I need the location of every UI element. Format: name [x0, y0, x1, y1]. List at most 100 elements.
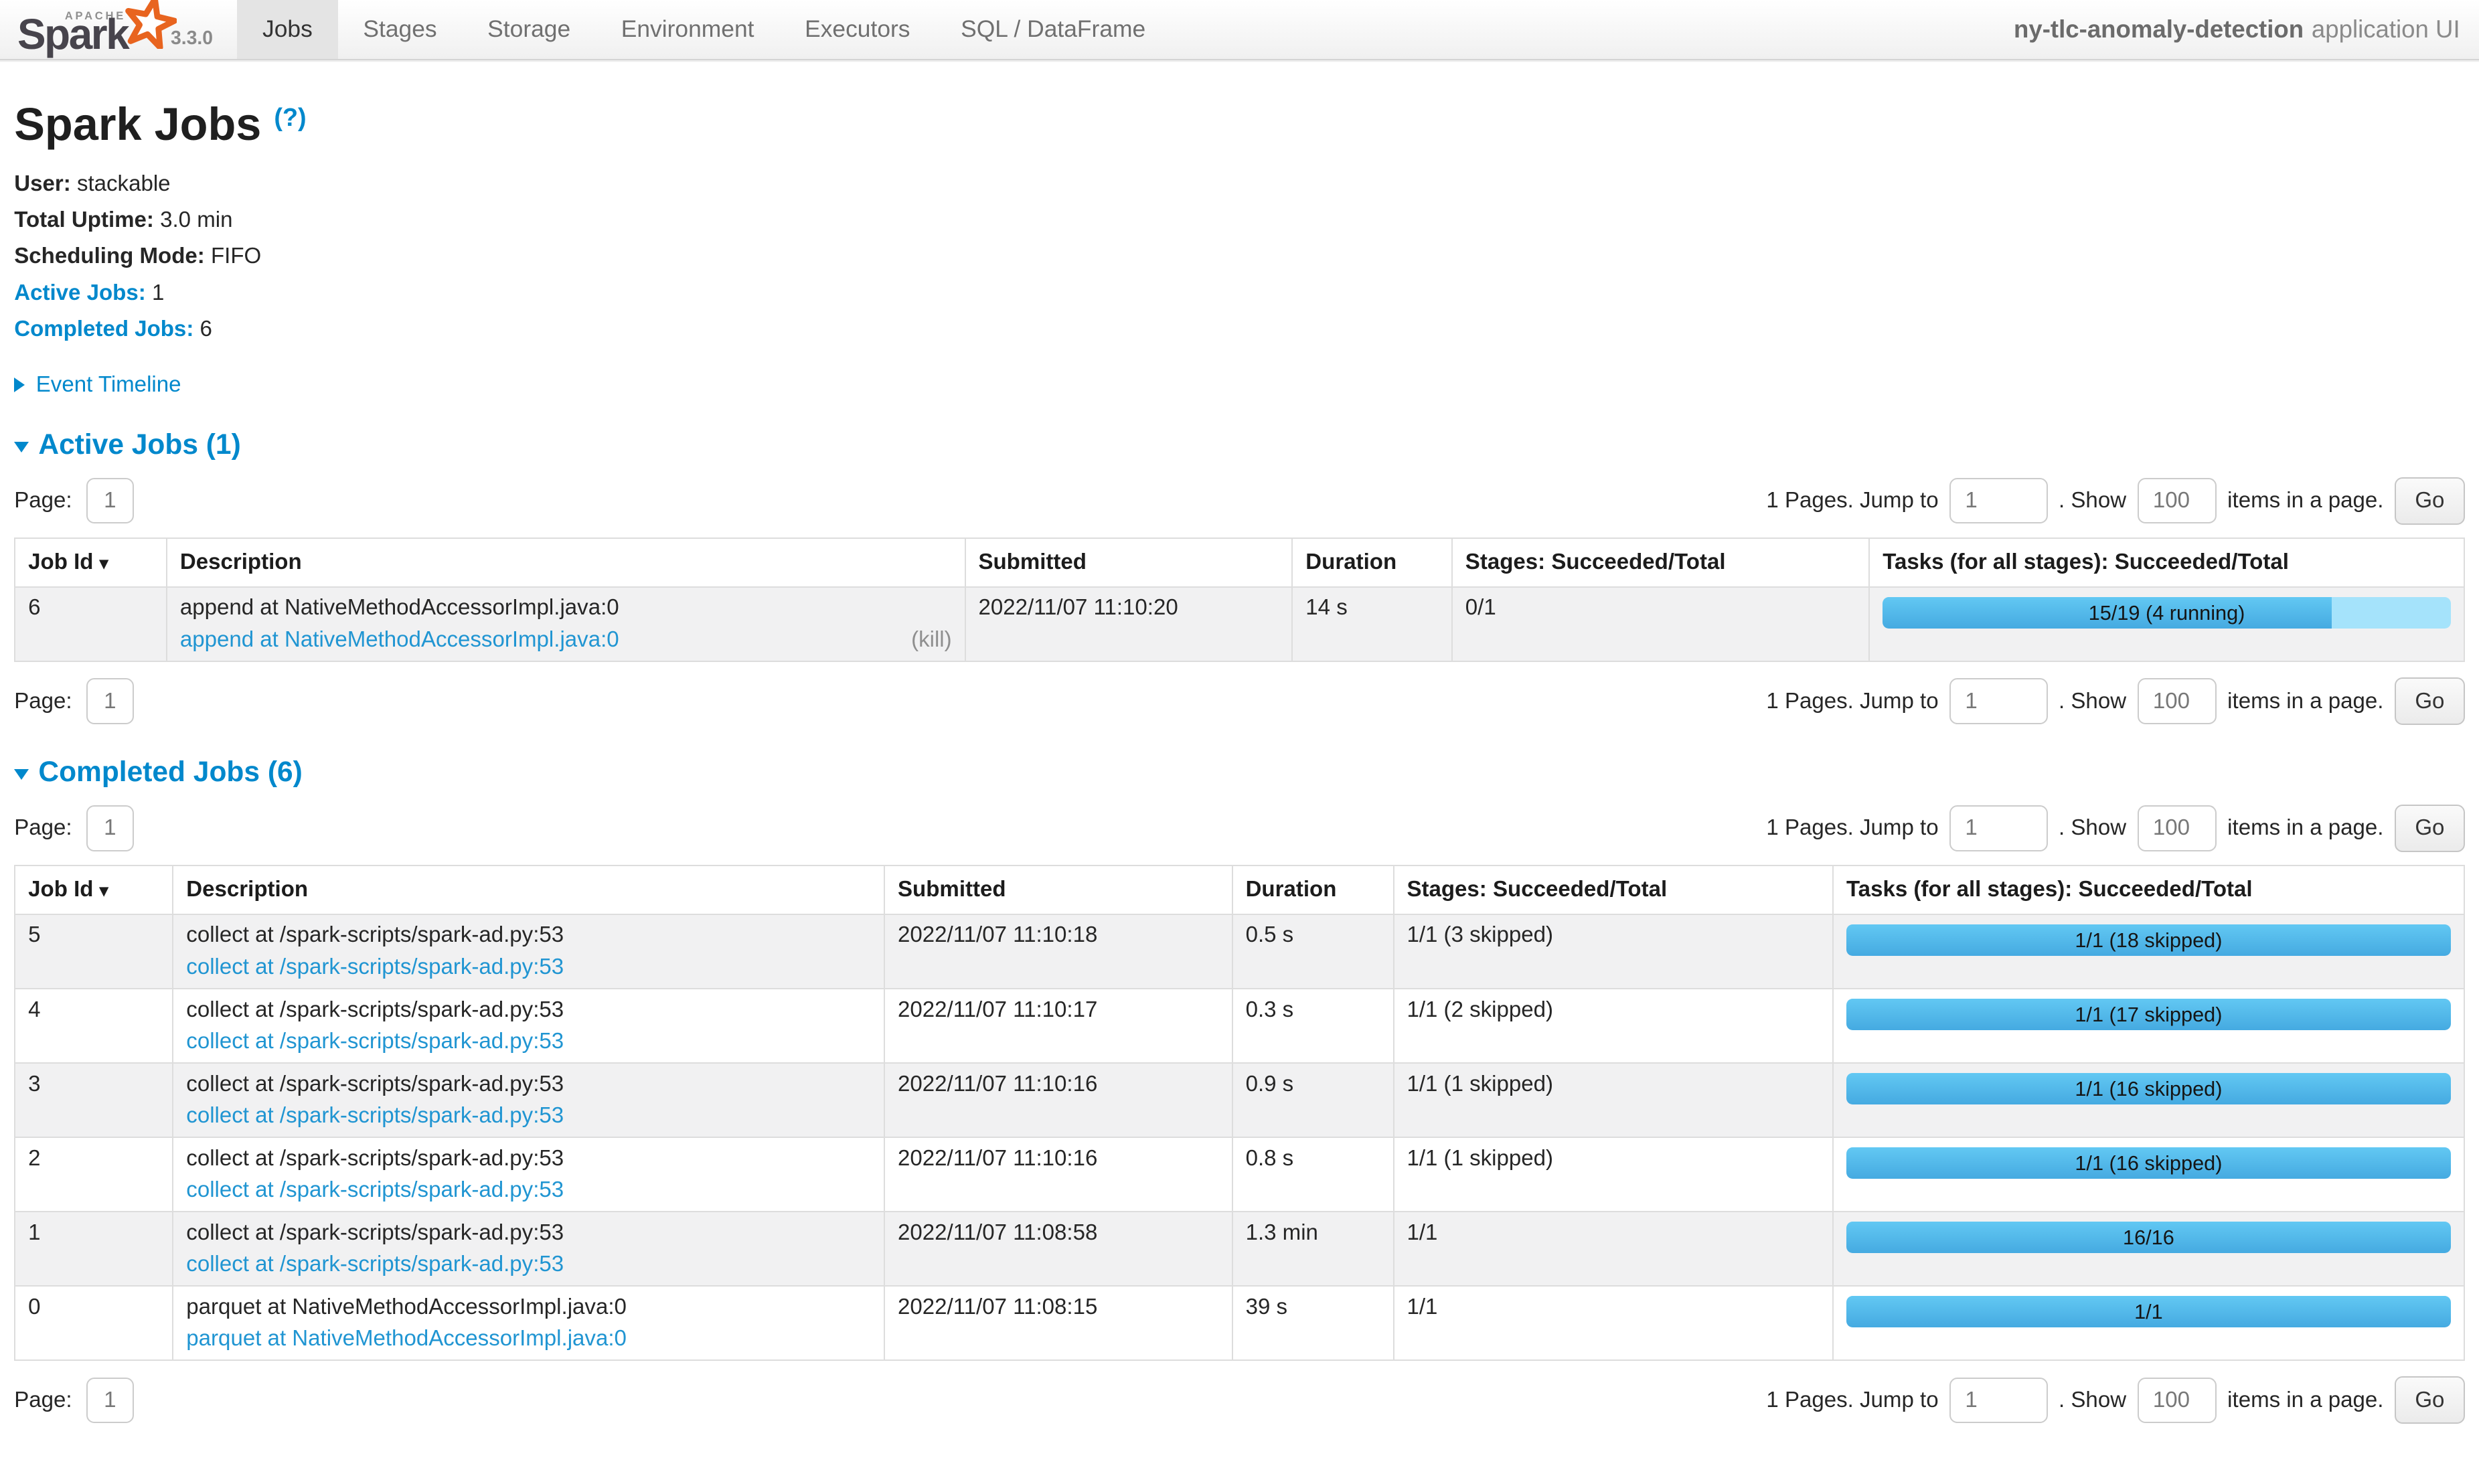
scheduling-mode-label: Scheduling Mode:	[14, 244, 205, 268]
column-header-description[interactable]: Description	[167, 538, 965, 587]
job-description: collect at /spark-scripts/spark-ad.py:53	[186, 1220, 871, 1246]
completed-job-row-0: 0 parquet at NativeMethodAccessorImpl.ja…	[15, 1286, 2464, 1360]
summary-scheduling-mode: Scheduling Mode: FIFO	[14, 242, 2464, 271]
column-header-stages[interactable]: Stages: Succeeded/Total	[1452, 538, 1869, 587]
active-pagination-bottom: Page: 1 Pages. Jump to . Show items in a…	[14, 677, 2464, 725]
progress-label: 1/1 (16 skipped)	[1846, 1073, 2451, 1104]
column-header-job-id[interactable]: Job Id ▾	[15, 865, 173, 914]
items-per-page-input[interactable]	[2138, 478, 2217, 523]
collapsed-arrow-icon	[14, 378, 25, 392]
tasks-cell: 1/1 (16 skipped)	[1833, 1063, 2464, 1137]
go-button[interactable]: Go	[2395, 1376, 2465, 1424]
items-per-page-input[interactable]	[2138, 805, 2217, 851]
main-content: Spark Jobs (?) User: stackable Total Upt…	[0, 98, 2479, 1484]
submitted-cell: 2022/11/07 11:08:58	[884, 1212, 1232, 1286]
sort-desc-icon: ▾	[100, 880, 108, 900]
job-description: append at NativeMethodAccessorImpl.java:…	[180, 595, 952, 621]
jump-to-page-input[interactable]	[1949, 1378, 2047, 1423]
items-text: items in a page.	[2227, 488, 2383, 513]
tab-sql-dataframe[interactable]: SQL / DataFrame	[935, 0, 1171, 59]
completed-jobs-link[interactable]: Completed Jobs:	[14, 317, 193, 341]
description-cell: parquet at NativeMethodAccessorImpl.java…	[173, 1286, 884, 1360]
column-header-description[interactable]: Description	[173, 865, 884, 914]
show-text: . Show	[2059, 689, 2126, 714]
page-label: Page:	[14, 488, 72, 513]
page-number-input[interactable]	[86, 1378, 134, 1423]
items-per-page-input[interactable]	[2138, 1378, 2217, 1423]
jump-to-page-input[interactable]	[1949, 678, 2047, 724]
job-description: collect at /spark-scripts/spark-ad.py:53	[186, 1146, 871, 1171]
active-jobs-count: 1	[152, 280, 164, 305]
job-id-cell: 1	[15, 1212, 173, 1286]
progress-label: 1/1	[1846, 1296, 2451, 1327]
items-per-page-input[interactable]	[2138, 678, 2217, 724]
jump-to-page-input[interactable]	[1949, 478, 2047, 523]
active-jobs-link[interactable]: Active Jobs:	[14, 280, 146, 305]
job-detail-link[interactable]: collect at /spark-scripts/spark-ad.py:53	[186, 1103, 564, 1129]
page-title-text: Spark Jobs	[14, 98, 261, 150]
column-header-stages[interactable]: Stages: Succeeded/Total	[1394, 865, 1834, 914]
go-button[interactable]: Go	[2395, 477, 2465, 525]
completed-job-row-5: 5 collect at /spark-scripts/spark-ad.py:…	[15, 914, 2464, 989]
completed-jobs-section-title: Completed Jobs (6)	[38, 756, 302, 789]
tasks-cell: 16/16	[1833, 1212, 2464, 1286]
job-detail-link[interactable]: collect at /spark-scripts/spark-ad.py:53	[186, 1029, 564, 1054]
job-description: collect at /spark-scripts/spark-ad.py:53	[186, 922, 871, 948]
active-jobs-table: Job Id ▾ Description Submitted Duration …	[14, 538, 2464, 662]
stages-cell: 1/1	[1394, 1286, 1834, 1360]
submitted-cell: 2022/11/07 11:10:17	[884, 989, 1232, 1063]
stages-cell: 1/1 (2 skipped)	[1394, 989, 1834, 1063]
column-header-submitted[interactable]: Submitted	[884, 865, 1232, 914]
column-header-duration[interactable]: Duration	[1292, 538, 1452, 587]
page-title: Spark Jobs (?)	[14, 98, 2464, 151]
description-cell: collect at /spark-scripts/spark-ad.py:53…	[173, 1137, 884, 1212]
column-header-tasks[interactable]: Tasks (for all stages): Succeeded/Total	[1869, 538, 2464, 587]
tab-environment[interactable]: Environment	[596, 0, 779, 59]
column-header-duration[interactable]: Duration	[1232, 865, 1394, 914]
column-header-job-id[interactable]: Job Id ▾	[15, 538, 167, 587]
summary-active-jobs: Active Jobs: 1	[14, 279, 2464, 308]
show-text: . Show	[2059, 1388, 2126, 1413]
job-description: collect at /spark-scripts/spark-ad.py:53	[186, 1072, 871, 1097]
job-detail-link[interactable]: collect at /spark-scripts/spark-ad.py:53	[186, 1252, 564, 1277]
scheduling-mode-value: FIFO	[211, 244, 261, 268]
show-text: . Show	[2059, 815, 2126, 841]
pages-jump-text: 1 Pages. Jump to	[1766, 488, 1938, 513]
summary-uptime: Total Uptime: 3.0 min	[14, 206, 2464, 235]
tab-jobs[interactable]: Jobs	[237, 0, 337, 59]
column-header-tasks[interactable]: Tasks (for all stages): Succeeded/Total	[1833, 865, 2464, 914]
column-header-submitted[interactable]: Submitted	[965, 538, 1293, 587]
tab-storage[interactable]: Storage	[462, 0, 596, 59]
task-progress-bar: 1/1 (17 skipped)	[1846, 999, 2451, 1030]
uptime-label: Total Uptime:	[14, 208, 154, 232]
description-cell: collect at /spark-scripts/spark-ad.py:53…	[173, 914, 884, 989]
progress-label: 1/1 (17 skipped)	[1846, 999, 2451, 1030]
tab-stages[interactable]: Stages	[338, 0, 463, 59]
summary-list: User: stackable Total Uptime: 3.0 min Sc…	[14, 170, 2464, 344]
job-detail-link[interactable]: collect at /spark-scripts/spark-ad.py:53	[186, 1177, 564, 1203]
progress-label: 15/19 (4 running)	[1883, 597, 2451, 629]
go-button[interactable]: Go	[2395, 805, 2465, 852]
kill-link[interactable]: (kill)	[911, 627, 952, 653]
summary-completed-jobs: Completed Jobs: 6	[14, 315, 2464, 344]
duration-cell: 1.3 min	[1232, 1212, 1394, 1286]
job-detail-link[interactable]: parquet at NativeMethodAccessorImpl.java…	[186, 1326, 627, 1351]
tab-executors[interactable]: Executors	[779, 0, 935, 59]
help-link[interactable]: (?)	[274, 104, 306, 132]
progress-label: 1/1 (18 skipped)	[1846, 924, 2451, 956]
jump-to-page-input[interactable]	[1949, 805, 2047, 851]
tasks-cell: 1/1 (17 skipped)	[1833, 989, 2464, 1063]
active-jobs-section-header[interactable]: Active Jobs (1)	[14, 429, 2464, 461]
completed-jobs-section-header[interactable]: Completed Jobs (6)	[14, 756, 2464, 789]
go-button[interactable]: Go	[2395, 677, 2465, 725]
page-number-input[interactable]	[86, 805, 134, 851]
job-id-cell: 0	[15, 1286, 173, 1360]
tasks-cell: 15/19 (4 running)	[1869, 587, 2464, 661]
page-number-input[interactable]	[86, 678, 134, 724]
page-number-input[interactable]	[86, 478, 134, 523]
job-detail-link[interactable]: collect at /spark-scripts/spark-ad.py:53	[186, 955, 564, 980]
stages-cell: 1/1 (3 skipped)	[1394, 914, 1834, 989]
event-timeline-toggle[interactable]: Event Timeline	[14, 372, 2464, 398]
job-detail-link[interactable]: append at NativeMethodAccessorImpl.java:…	[180, 627, 619, 653]
show-text: . Show	[2059, 488, 2126, 513]
